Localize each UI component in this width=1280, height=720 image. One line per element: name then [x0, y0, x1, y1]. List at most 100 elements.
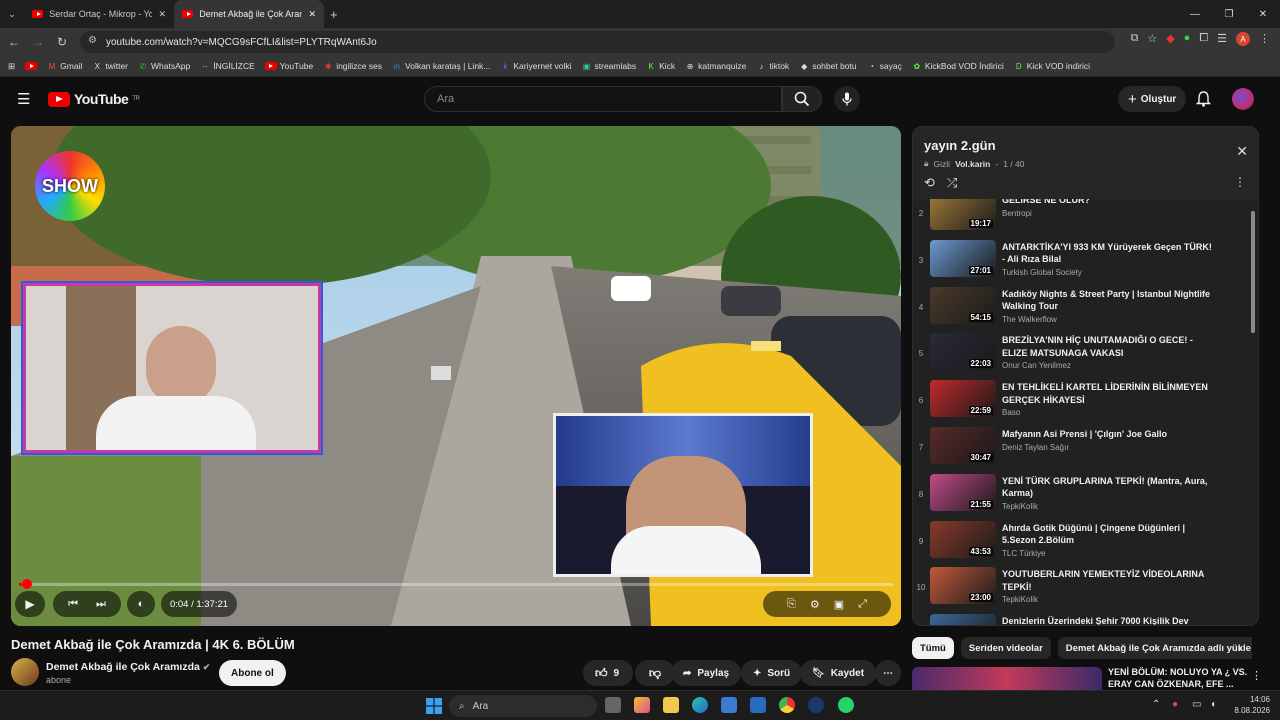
close-playlist-icon[interactable]: ✕	[1236, 143, 1248, 160]
reading-list-icon[interactable]: ☰	[1217, 32, 1227, 46]
chip-channel[interactable]: Demet Akbağ ile Çok Aramızda adlı yükle	[1057, 637, 1252, 659]
dislike-button[interactable]: 👎︎	[635, 660, 675, 686]
chrome-icon[interactable]	[779, 697, 795, 713]
bookmark-sayac[interactable]: ◔ sayaç	[867, 61, 902, 71]
chip-all[interactable]: Tümü	[912, 637, 954, 659]
search-button[interactable]	[782, 86, 822, 112]
playlist-title[interactable]: yayın 2.gün	[924, 138, 996, 153]
bookmark-tiktok[interactable]: ♪ tiktok	[756, 61, 789, 71]
task-view-icon[interactable]	[605, 697, 621, 713]
tray-chevron-icon[interactable]: ⌃	[1152, 699, 1160, 710]
profile-avatar[interactable]: A	[1236, 32, 1250, 46]
like-button[interactable]: 👍︎ 9	[583, 660, 633, 686]
video-player[interactable]: SHOW ▶ ⏮ ⏭ ◐ 0:04 / 1:37:21 ⎘ ⚙ ▣ ⤢	[11, 126, 901, 626]
close-tab-icon[interactable]: ✕	[308, 9, 316, 20]
tray-mic-icon[interactable]: ●	[1172, 699, 1178, 710]
forward-icon[interactable]: →	[26, 35, 50, 49]
tray-volume-icon[interactable]: ◖	[1210, 699, 1216, 710]
site-info-icon[interactable]: ⚙	[88, 35, 97, 46]
install-app-icon[interactable]: ⧉	[1130, 32, 1138, 46]
next-icon[interactable]: ⏭	[96, 598, 106, 611]
volume-button[interactable]: ◐	[127, 591, 155, 617]
channel-avatar[interactable]	[11, 658, 39, 686]
tab-serdar[interactable]: Serdar Ortaç - Mikrop - YouTube ✕	[24, 0, 174, 28]
widgets-icon[interactable]	[634, 697, 650, 713]
shuffle-icon[interactable]: ⤮	[947, 175, 957, 191]
tab-search-icon[interactable]: ⌄	[0, 9, 24, 20]
mail-icon[interactable]	[750, 697, 766, 713]
playlist-item[interactable]: 2 19:17 GELİRSE NE OLUR? Bentropi	[913, 199, 1253, 237]
tray-network-icon[interactable]: ▭	[1192, 699, 1201, 710]
bookmark-blank[interactable]	[25, 62, 38, 70]
settings-gear-icon[interactable]: ⚙	[810, 598, 820, 611]
play-button[interactable]: ▶	[15, 591, 45, 617]
subtitles-icon[interactable]: ⎘	[787, 598, 796, 611]
recommended-menu-icon[interactable]: ⋮	[1251, 669, 1262, 682]
url-field[interactable]: ⚙ youtube.com/watch?v=MQCG9sFCfLI&list=P…	[80, 31, 1115, 53]
bookmark-kick[interactable]: K Kick	[646, 61, 675, 71]
share-button[interactable]: ➦ Paylaş	[671, 660, 742, 686]
subscribe-button[interactable]: Abone ol	[219, 660, 286, 686]
whatsapp-taskbar-icon[interactable]	[838, 697, 854, 713]
hamburger-menu-icon[interactable]: ☰	[17, 90, 30, 108]
apps-grid-icon[interactable]: ⊞	[8, 61, 15, 72]
create-button[interactable]: + Oluştur	[1118, 86, 1187, 112]
minimize-icon[interactable]: —	[1178, 0, 1212, 28]
extension-green-icon[interactable]: ●	[1184, 32, 1191, 46]
playlist-item[interactable]: 10 23:00 YOUTUBERLARIN YEMEKTEYİZ VİDEOLAR…	[913, 567, 1253, 611]
windows-start-icon[interactable]	[426, 698, 442, 714]
more-actions-button[interactable]: ⋯	[875, 660, 901, 686]
bookmark-whatsapp[interactable]: ✆ WhatsApp	[138, 61, 191, 71]
new-tab-icon[interactable]: +	[330, 7, 338, 22]
playlist-item[interactable]: 4 54:15 Kadıköy Nights & Street Party | Is…	[913, 286, 1253, 331]
chip-series[interactable]: Seriden videolar	[960, 637, 1051, 659]
bookmark-ingilizce-ses[interactable]: ✱ ingilizce ses	[323, 61, 382, 71]
ask-button[interactable]: ✦ Sorü	[741, 660, 803, 686]
loop-icon[interactable]: ⟲	[924, 175, 935, 191]
bookmark-katmanquize[interactable]: ⊕ katmanquize	[685, 61, 747, 71]
playlist-menu-icon[interactable]: ⋮	[1234, 175, 1246, 189]
bookmark-kickbod[interactable]: ✿ KickBod VOD İndirici	[912, 61, 1003, 71]
extension-red-icon[interactable]: ◆	[1166, 32, 1174, 46]
search-input[interactable]: Ara	[424, 86, 782, 112]
bookmark-streamlabs[interactable]: ▣ streamlabs	[582, 61, 636, 71]
notifications-bell-icon[interactable]	[1196, 91, 1211, 107]
playlist-item[interactable]: 8 21:55 YENİ TÜRK GRUPLARINA TEPKİ! (Mantr…	[913, 473, 1253, 518]
voice-search-button[interactable]	[834, 86, 860, 112]
bookmark-star-icon[interactable]: ☆	[1147, 32, 1157, 46]
playlist-item[interactable]: 1127:18Denizlerin Üzerindeki Şehir 7000 …	[913, 614, 1253, 625]
bookmark-sohbet-botu[interactable]: ◆ sohbet botu	[799, 61, 857, 71]
reload-icon[interactable]: ↻	[50, 35, 74, 49]
close-window-icon[interactable]: ✕	[1246, 0, 1280, 28]
playlist-item[interactable]: 9 43:53 Ahırda Gotik Düğünü | Çingene Düğü…	[913, 520, 1253, 565]
recommended-video[interactable]: YENİ BÖLÜM: NOLUYO YA ¿ VS. ERAY CAN ÖZK…	[912, 665, 1262, 691]
bookmark-youtube[interactable]: YouTube	[264, 61, 313, 71]
previous-icon[interactable]: ⏮	[68, 598, 78, 611]
chips-next-icon[interactable]: ›	[1238, 641, 1242, 655]
close-tab-icon[interactable]: ✕	[158, 9, 166, 20]
file-explorer-icon[interactable]	[663, 697, 679, 713]
tab-demet[interactable]: Demet Akbağ ile Çok Aramızda ✕	[174, 0, 324, 28]
fullscreen-icon[interactable]: ⤢	[858, 598, 867, 611]
edge-icon[interactable]	[692, 697, 708, 713]
extensions-puzzle-icon[interactable]: ⧠	[1199, 32, 1208, 46]
store-icon[interactable]	[721, 697, 737, 713]
bookmark-gmail[interactable]: M Gmail	[47, 61, 83, 71]
channel-name[interactable]: Demet Akbağ ile Çok Aramızda ✔	[46, 661, 210, 673]
playlist-item[interactable]: 6 22:59 EN TEHLİKELİ KARTEL LİDERİNİN BİLİ…	[913, 380, 1253, 424]
bookmark-linkedin[interactable]: in Volkan karataş | Link...	[392, 61, 491, 71]
bookmark-kariyernet[interactable]: k Kariyernet volki	[500, 61, 571, 71]
playlist-owner[interactable]: Vol.karin	[955, 159, 990, 169]
browser-menu-icon[interactable]: ⋮	[1259, 32, 1270, 46]
restore-icon[interactable]: ❐	[1212, 0, 1246, 28]
bookmark-kick-vod[interactable]: D Kick VOD indirici	[1014, 61, 1090, 71]
taskbar-search[interactable]: ⌕ Ara	[449, 695, 597, 717]
youtube-logo[interactable]: YouTube TR	[48, 91, 140, 107]
back-icon[interactable]: ←	[2, 35, 26, 49]
bookmark-ingilizce[interactable]: ·· İNGİLİZCE	[200, 61, 255, 71]
bookmark-twitter[interactable]: Xtwitter	[92, 61, 128, 71]
account-avatar[interactable]	[1232, 88, 1254, 110]
miniplayer-icon[interactable]: ▣	[834, 598, 844, 611]
playlist-item[interactable]: 5 22:03 BREZİLYA'NIN HİÇ UNUTAMADIĞI O GEC…	[913, 333, 1253, 377]
playlist-scrollbar[interactable]	[1251, 211, 1255, 333]
